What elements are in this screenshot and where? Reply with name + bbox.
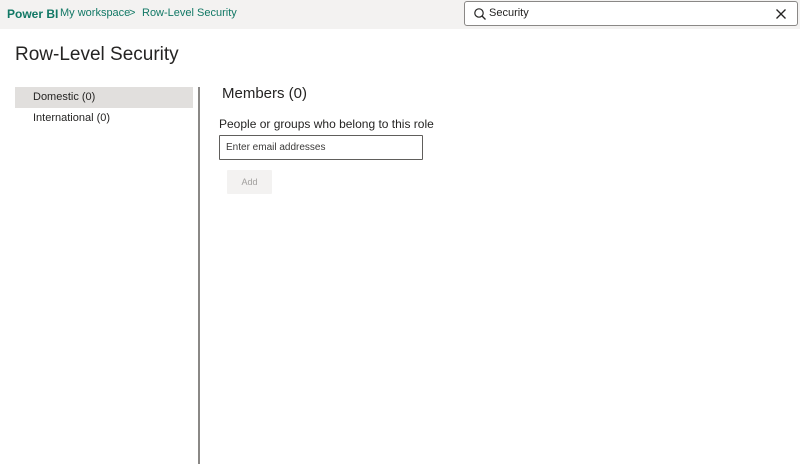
top-bar: Power BI My workspace > Row-Level Securi… [0,0,800,29]
role-item-international[interactable]: International (0) [15,108,193,129]
roles-list: Domestic (0) International (0) [15,87,193,129]
app-brand[interactable]: Power BI [7,7,58,21]
breadcrumb-workspace-link[interactable]: My workspace [60,7,130,19]
breadcrumb-current[interactable]: Row-Level Security [142,7,237,19]
panel-divider [198,87,200,464]
breadcrumb-chevron-icon: > [129,7,136,19]
page-title: Row-Level Security [15,44,179,65]
search-input[interactable]: Security [489,7,529,19]
email-addresses-input[interactable] [219,135,423,160]
search-icon [473,7,487,21]
members-title: Members (0) [222,85,308,102]
close-icon[interactable] [774,7,788,21]
members-field-label: People or groups who belong to this role [219,117,434,131]
search-box[interactable]: Security [464,1,798,26]
role-item-domestic[interactable]: Domestic (0) [15,87,193,108]
add-button[interactable]: Add [227,170,272,194]
